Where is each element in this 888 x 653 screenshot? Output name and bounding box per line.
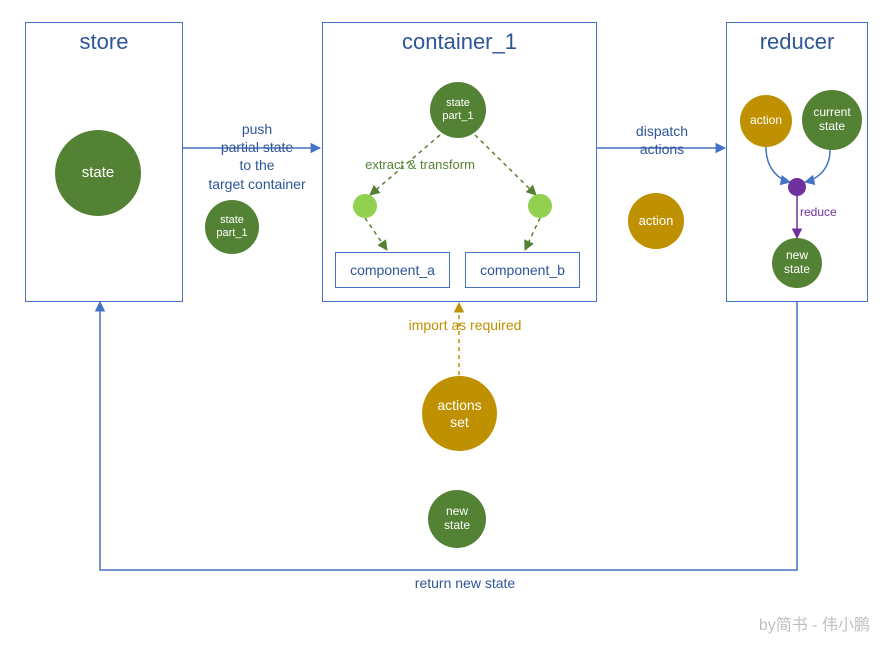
state-part1-small-label: state part_1 — [216, 214, 247, 239]
store-title: store — [26, 29, 182, 55]
reducer-action-circle: action — [740, 95, 792, 147]
state-circle: state — [55, 130, 141, 216]
container-state-part-circle: state part_1 — [430, 82, 486, 138]
component-a-box: component_a — [335, 252, 450, 288]
action-circle-label: action — [639, 214, 674, 229]
action-circle: action — [628, 193, 684, 249]
state-circle-label: state — [82, 164, 115, 181]
import-as-required-label: import as required — [390, 316, 540, 334]
extracted-left-dot — [353, 194, 377, 218]
return-new-state-label: new state — [444, 505, 470, 533]
reduce-label: reduce — [800, 205, 860, 221]
component-b-label: component_b — [480, 262, 565, 278]
push-state-label: push partial state to the target contain… — [197, 120, 317, 193]
reducer-new-state-label: new state — [784, 249, 810, 277]
actions-set-circle: actions set — [422, 376, 497, 451]
container-title: container_1 — [323, 29, 596, 55]
container-state-part-label: state part_1 — [442, 97, 473, 122]
state-part1-small-circle: state part_1 — [205, 200, 259, 254]
component-b-box: component_b — [465, 252, 580, 288]
return-new-state-circle: new state — [428, 490, 486, 548]
current-state-label: current state — [813, 106, 850, 134]
reduce-node — [788, 178, 806, 196]
component-a-label: component_a — [350, 262, 435, 278]
actions-set-label: actions set — [437, 397, 481, 429]
reducer-new-state-circle: new state — [772, 238, 822, 288]
credit-text: by简书 - 伟小鹏 — [759, 611, 870, 635]
dispatch-actions-label: dispatch actions — [622, 122, 702, 158]
current-state-circle: current state — [802, 90, 862, 150]
reducer-title: reducer — [727, 29, 867, 55]
extracted-right-dot — [528, 194, 552, 218]
reducer-action-label: action — [750, 114, 782, 128]
return-new-state-text: return new state — [395, 574, 535, 592]
extract-transform-label: extract & transform — [350, 157, 490, 174]
